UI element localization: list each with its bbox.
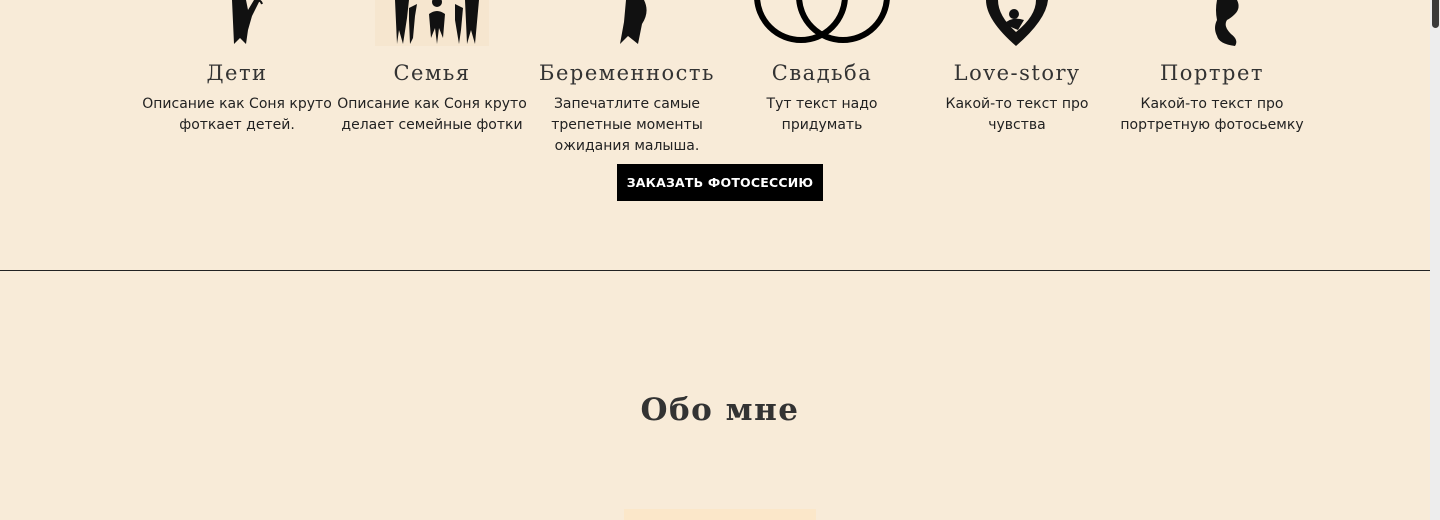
service-title: Love-story <box>953 61 1081 85</box>
wedding-rings-icon <box>754 0 890 43</box>
about-photo <box>624 509 816 520</box>
service-title: Портрет <box>1159 61 1264 85</box>
order-photoshoot-button[interactable]: ЗАКАЗАТЬ ФОТОСЕССИЮ <box>617 164 823 201</box>
service-love-story: Love-story Какой-то текст про чувства <box>922 0 1112 136</box>
service-title: Семья <box>393 61 471 85</box>
service-family: Семья Описание как Соня круто делает сем… <box>337 0 527 136</box>
service-portrait: Портрет Какой-то текст про портретную фо… <box>1117 0 1307 136</box>
service-description: Запечатлите самые трепетные моменты ожид… <box>551 96 703 154</box>
service-description: Тут текст надо придумать <box>766 96 878 133</box>
services-section: Дети Описание как Соня круто фоткает дет… <box>0 0 1430 270</box>
service-title: Дети <box>206 61 268 85</box>
child-silhouette-icon <box>232 0 263 44</box>
scrollbar-track[interactable] <box>1430 0 1440 520</box>
service-description: Описание как Соня круто фоткает детей. <box>142 96 332 133</box>
photo-top-edge <box>624 513 816 520</box>
service-description: Какой-то текст про чувства <box>945 96 1089 133</box>
service-title: Беременность <box>539 61 715 85</box>
service-description: Какой-то текст про портретную фотосьемку <box>1120 96 1304 133</box>
pregnant-silhouette-icon <box>620 0 647 44</box>
family-silhouette-icon <box>375 0 489 46</box>
section-divider <box>0 270 1430 271</box>
service-wedding: Свадьба Тут текст надо придумать <box>727 0 917 136</box>
service-children: Дети Описание как Соня круто фоткает дет… <box>142 0 332 136</box>
heart-couple-icon <box>986 0 1048 46</box>
scrollbar-thumb[interactable] <box>1432 0 1439 28</box>
service-title: Свадьба <box>771 61 873 85</box>
woman-profile-icon <box>1215 0 1239 46</box>
service-description: Описание как Соня круто делает семейные … <box>337 96 527 133</box>
about-heading: Обо мне <box>640 392 800 428</box>
service-pregnancy: Беременность Запечатлите самые трепетные… <box>532 0 722 157</box>
